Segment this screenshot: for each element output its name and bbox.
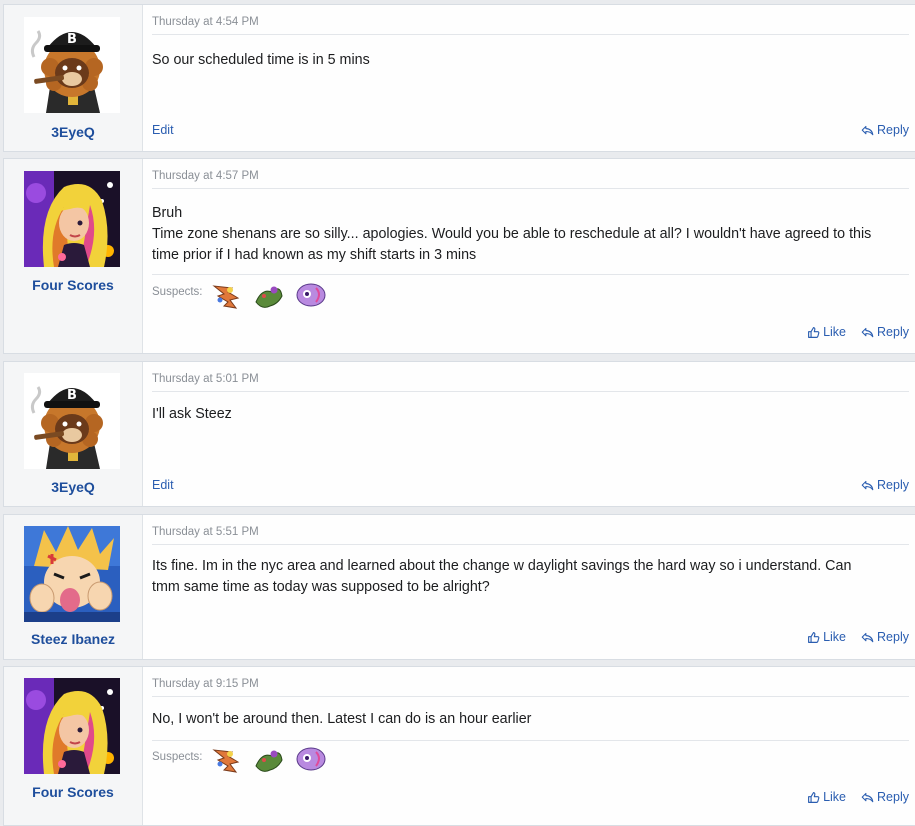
message-line: Bruh <box>152 205 183 221</box>
username[interactable]: 3EyeQ <box>4 479 142 495</box>
like-button[interactable]: Like <box>807 790 846 804</box>
reply-button[interactable]: Reply <box>861 123 909 137</box>
avatar[interactable] <box>24 373 120 469</box>
user-cell: Four Scores <box>4 159 143 353</box>
thumbs-up-icon <box>807 326 820 339</box>
username[interactable]: Four Scores <box>4 784 142 800</box>
like-label: Like <box>823 630 846 644</box>
message-line: No, I won't be around then. Latest I can… <box>152 711 532 727</box>
message-main: Thursday at 5:51 PM Its fine. Im in the … <box>152 515 909 659</box>
message-main: Thursday at 4:54 PM So our scheduled tim… <box>152 5 909 151</box>
user-cell: 3EyeQ <box>4 362 143 506</box>
message-line: Its fine. Im in the nyc area and learned… <box>152 558 852 574</box>
reply-button[interactable]: Reply <box>861 325 909 339</box>
divider <box>152 391 909 392</box>
edit-link[interactable]: Edit <box>152 123 174 137</box>
reply-label: Reply <box>877 325 909 339</box>
suspect-sprite-icon <box>210 280 244 310</box>
reply-label: Reply <box>877 630 909 644</box>
suspect-sprite-icon <box>294 280 328 310</box>
message-body: Bruh Time zone shenans are so silly... a… <box>152 203 905 266</box>
reply-arrow-icon <box>861 326 874 339</box>
divider <box>152 696 909 697</box>
message-line: time prior if I had known as my shift st… <box>152 247 477 263</box>
reply-button[interactable]: Reply <box>861 478 909 492</box>
message-main: Thursday at 5:01 PM I'll ask Steez Edit … <box>152 362 909 506</box>
message-line: Time zone shenans are so silly... apolog… <box>152 226 872 242</box>
reply-arrow-icon <box>861 631 874 644</box>
avatar[interactable] <box>24 678 120 774</box>
message-line: So our scheduled time is in 5 mins <box>152 52 370 68</box>
post-date[interactable]: Thursday at 4:54 PM <box>152 16 259 28</box>
reply-label: Reply <box>877 790 909 804</box>
suspect-sprite-icon <box>252 744 286 774</box>
signature-divider <box>152 740 909 741</box>
reply-arrow-icon <box>861 479 874 492</box>
thumbs-up-icon <box>807 791 820 804</box>
message-body: I'll ask Steez <box>152 404 905 425</box>
post: Four Scores Thursday at 4:57 PM Bruh Tim… <box>3 158 915 354</box>
like-button[interactable]: Like <box>807 630 846 644</box>
username[interactable]: Four Scores <box>4 277 142 293</box>
divider <box>152 188 909 189</box>
message-body: No, I won't be around then. Latest I can… <box>152 709 905 730</box>
divider <box>152 544 909 545</box>
reply-arrow-icon <box>861 124 874 137</box>
message-body: So our scheduled time is in 5 mins <box>152 50 905 71</box>
post: Steez Ibanez Thursday at 5:51 PM Its fin… <box>3 514 915 660</box>
reply-label: Reply <box>877 478 909 492</box>
suspect-sprite-icon <box>294 744 328 774</box>
message-body: Its fine. Im in the nyc area and learned… <box>152 556 905 598</box>
suspects-label: Suspects: <box>152 286 203 298</box>
divider <box>152 34 909 35</box>
message-main: Thursday at 4:57 PM Bruh Time zone shena… <box>152 159 909 353</box>
suspects-label: Suspects: <box>152 751 203 763</box>
user-cell: Four Scores <box>4 667 143 825</box>
suspect-sprite-icon <box>252 280 286 310</box>
user-cell: 3EyeQ <box>4 5 143 151</box>
post-date[interactable]: Thursday at 5:01 PM <box>152 373 259 385</box>
username[interactable]: Steez Ibanez <box>4 631 142 647</box>
user-cell: Steez Ibanez <box>4 515 143 659</box>
message-line: I'll ask Steez <box>152 406 232 422</box>
message-line: tmm same time as today was supposed to b… <box>152 579 490 595</box>
post-date[interactable]: Thursday at 5:51 PM <box>152 526 259 538</box>
avatar[interactable] <box>24 17 120 113</box>
reply-button[interactable]: Reply <box>861 630 909 644</box>
thumbs-up-icon <box>807 631 820 644</box>
like-label: Like <box>823 790 846 804</box>
post: Four Scores Thursday at 9:15 PM No, I wo… <box>3 666 915 826</box>
avatar[interactable] <box>24 171 120 267</box>
suspect-sprite-icon <box>210 744 244 774</box>
like-label: Like <box>823 325 846 339</box>
reply-arrow-icon <box>861 791 874 804</box>
reply-button[interactable]: Reply <box>861 790 909 804</box>
reply-label: Reply <box>877 123 909 137</box>
edit-link[interactable]: Edit <box>152 478 174 492</box>
avatar[interactable] <box>24 526 120 622</box>
post: 3EyeQ Thursday at 5:01 PM I'll ask Steez… <box>3 361 915 507</box>
post-date[interactable]: Thursday at 4:57 PM <box>152 170 259 182</box>
like-button[interactable]: Like <box>807 325 846 339</box>
post: 3EyeQ Thursday at 4:54 PM So our schedul… <box>3 4 915 152</box>
message-main: Thursday at 9:15 PM No, I won't be aroun… <box>152 667 909 825</box>
username[interactable]: 3EyeQ <box>4 124 142 140</box>
post-date[interactable]: Thursday at 9:15 PM <box>152 678 259 690</box>
signature-divider <box>152 274 909 275</box>
